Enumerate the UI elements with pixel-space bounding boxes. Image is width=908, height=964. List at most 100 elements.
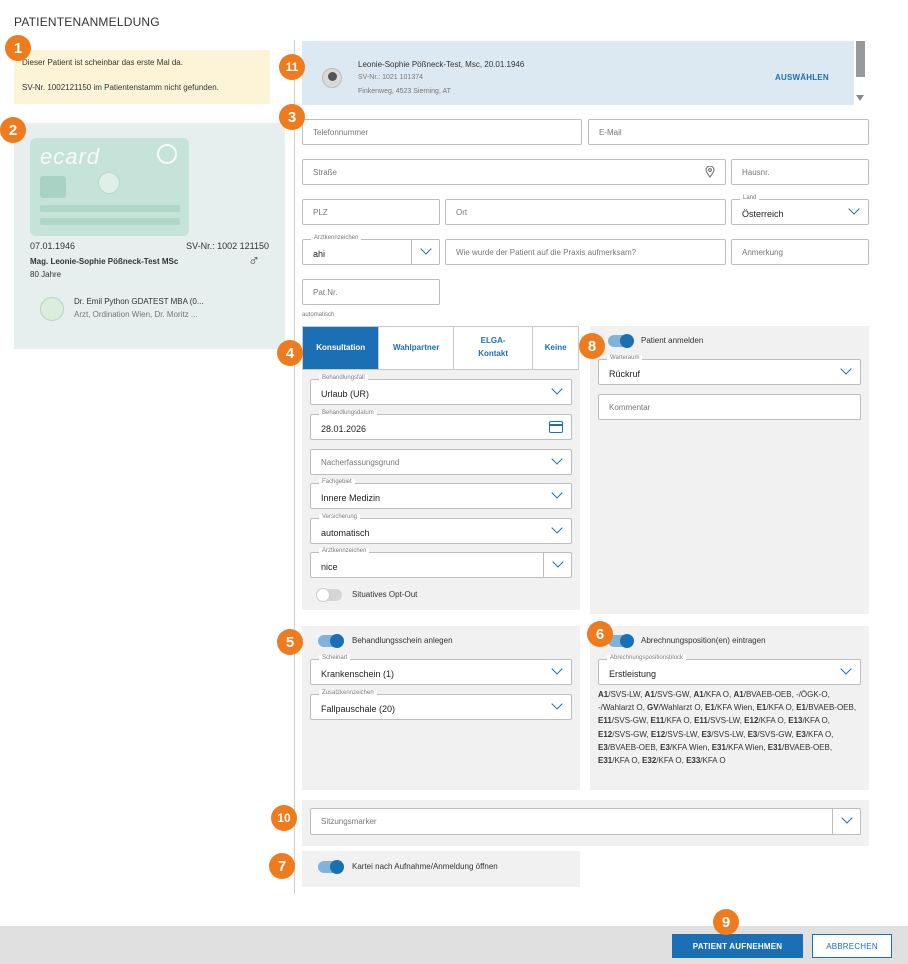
billing-code: E3 bbox=[660, 742, 670, 752]
billing-code: E1 bbox=[796, 703, 806, 713]
billing-label: Abrechnungsposition(en) eintragen bbox=[641, 636, 766, 645]
step-badge-9: 9 bbox=[713, 909, 739, 935]
billing-code: E3 bbox=[796, 729, 806, 739]
treatment-date-field[interactable]: Behandlungsdatum 28.01.2026 bbox=[310, 410, 572, 440]
certificate-type-select[interactable]: Scheinart Krankenschein (1) bbox=[310, 655, 572, 685]
chevron-down-icon bbox=[551, 663, 563, 675]
city-field[interactable]: Ort bbox=[445, 199, 726, 225]
billing-codes-list: A1/SVS-LW, A1/SVS-GW, A1/KFA O, A1/BVAEB… bbox=[598, 688, 862, 767]
select-patient-button[interactable]: AUSWÄHLEN bbox=[775, 73, 829, 82]
insurance-select[interactable]: Versicherung automatisch bbox=[310, 514, 572, 544]
billing-code-suffix: /SVS-LW, bbox=[707, 716, 745, 726]
house-number-field[interactable]: Hausnr. bbox=[731, 159, 869, 185]
register-toggle[interactable] bbox=[608, 334, 634, 348]
leaf-icon bbox=[157, 144, 177, 164]
billing-code-suffix: /KFA O, bbox=[758, 716, 789, 726]
specialty-select[interactable]: Fachgebiet Innere Medizin bbox=[310, 479, 572, 509]
patient-avatar bbox=[322, 68, 342, 88]
billing-code: E12 bbox=[744, 716, 759, 726]
billing-code: A1 bbox=[598, 690, 609, 699]
card-dob: 07.01.1946 bbox=[30, 241, 76, 251]
register-label: Patient anmelden bbox=[641, 336, 704, 345]
vertical-divider bbox=[294, 40, 295, 894]
billing-code-suffix: /KFA O, bbox=[612, 756, 643, 766]
billing-code-suffix: /KFA Wien, bbox=[669, 742, 712, 752]
billing-code: GV bbox=[647, 703, 659, 713]
step-badge-5: 5 bbox=[277, 629, 303, 655]
admit-patient-button[interactable]: PATIENT AUFNEHMEN bbox=[672, 934, 803, 958]
tab-wahlpartner[interactable]: Wahlpartner bbox=[379, 327, 454, 369]
billing-code: E32 bbox=[642, 756, 657, 766]
doctor-code-select[interactable]: Arztkennzeichen ahi bbox=[302, 235, 440, 265]
cancel-button[interactable]: ABBRECHEN bbox=[812, 934, 892, 958]
tab-elga-kontakt[interactable]: ELGA- Kontakt bbox=[454, 327, 534, 369]
zip-field[interactable]: PLZ bbox=[302, 199, 440, 225]
location-pin-icon bbox=[705, 166, 715, 178]
billing-code: E31 bbox=[767, 742, 782, 752]
chevron-down-icon bbox=[552, 556, 564, 568]
country-select[interactable]: Land Österreich bbox=[731, 195, 869, 225]
street-field[interactable]: Straße bbox=[302, 159, 726, 185]
case-select[interactable]: Behandlungsfall Urlaub (UR) bbox=[310, 375, 572, 405]
billing-code-suffix: /SVS-GW, bbox=[654, 690, 694, 699]
billing-code-suffix: /KFA O bbox=[700, 756, 726, 766]
phone-field[interactable]: Telefonnummer bbox=[302, 119, 582, 145]
chevron-down-icon bbox=[420, 243, 432, 255]
extra-code-select[interactable]: Zusatzkennzeichen Fallpauschale (20) bbox=[310, 690, 572, 720]
billing-code: E3 bbox=[701, 729, 712, 739]
optout-toggle[interactable] bbox=[316, 588, 342, 602]
treatment-toggle[interactable] bbox=[318, 634, 344, 648]
comment-field[interactable]: Kommentar bbox=[598, 394, 861, 420]
patient-suggestion[interactable]: Leonie-Sophie Pößneck-Test, Msc, 20.01.1… bbox=[302, 41, 854, 105]
calendar-icon[interactable] bbox=[549, 421, 563, 433]
step-badge-3: 3 bbox=[279, 104, 305, 130]
billing-code-suffix: /BVAEB-OEB, bbox=[607, 742, 661, 752]
chevron-down-icon bbox=[551, 522, 563, 534]
suggestion-scrollbar[interactable] bbox=[856, 41, 865, 77]
billing-code-suffix: /SVS-LW, bbox=[711, 729, 748, 739]
chevron-down-icon bbox=[840, 663, 852, 675]
step-badge-1: 1 bbox=[5, 35, 31, 61]
followup-reason-select[interactable]: Nacherfassungsgrund bbox=[310, 449, 572, 475]
doctor-subtitle: Arzt, Ordination Wien, Dr. Moritz ... bbox=[74, 310, 198, 319]
billing-code-suffix: /SVS-GW, bbox=[757, 729, 797, 739]
billing-code: E11 bbox=[694, 716, 708, 726]
remark-field[interactable]: Anmerkung bbox=[731, 239, 869, 265]
billing-code: A1 bbox=[693, 690, 704, 699]
billing-code: E3 bbox=[747, 729, 758, 739]
billing-code: E1 bbox=[705, 703, 715, 713]
suggestion-name: Leonie-Sophie Pößneck-Test, Msc, 20.01.1… bbox=[358, 60, 525, 69]
session-marker-select[interactable]: Sitzungsmarker bbox=[310, 808, 861, 835]
chevron-down-icon bbox=[840, 363, 852, 375]
ecard-panel: ecard 07.01.1946 SV-Nr.: 1002 121150 Mag… bbox=[14, 123, 285, 349]
patient-number-field[interactable]: Pat.Nr. bbox=[302, 279, 440, 305]
chevron-down-icon bbox=[551, 698, 563, 710]
billing-code-suffix: /SVS-GW, bbox=[612, 729, 651, 739]
ecard-image: ecard bbox=[30, 138, 189, 236]
tab-keine[interactable]: Keine bbox=[533, 327, 578, 369]
waiting-room-select[interactable]: Warteraum Rückruf bbox=[598, 355, 861, 385]
billing-code: E11 bbox=[598, 716, 612, 726]
billing-code-suffix: /BVAEB-OEB, bbox=[781, 742, 833, 752]
billing-code-suffix: /SVS-LW, bbox=[608, 690, 645, 699]
optout-label: Situatives Opt-Out bbox=[352, 590, 418, 599]
suggestion-address: Finkenweg, 4523 Sierning, AT bbox=[358, 88, 451, 95]
consult-doctor-code-select[interactable]: Arztkennzeichen nice bbox=[310, 548, 572, 578]
billing-block-select[interactable]: Abrechnungspositionsblock Erstleistung bbox=[598, 655, 861, 685]
billing-code-suffix: /KFA Wien, bbox=[725, 742, 768, 752]
suggestion-sv: SV-Nr.: 1021 101374 bbox=[358, 74, 423, 81]
step-badge-8: 8 bbox=[579, 333, 605, 359]
chip-icon bbox=[40, 176, 66, 198]
billing-code-suffix: /KFA O, bbox=[656, 756, 687, 766]
email-field[interactable]: E-Mail bbox=[588, 119, 869, 145]
referral-field[interactable]: Wie wurde der Patient auf die Praxis auf… bbox=[445, 239, 726, 265]
billing-code: E33 bbox=[686, 756, 701, 766]
billing-code: E3 bbox=[598, 742, 608, 752]
kartei-toggle[interactable] bbox=[318, 860, 344, 874]
tab-konsultation[interactable]: Konsultation bbox=[303, 327, 380, 369]
chevron-down-icon bbox=[848, 203, 860, 215]
card-sv-number: SV-Nr.: 1002 121150 bbox=[186, 241, 269, 251]
billing-code-suffix: /KFA O, bbox=[805, 729, 834, 739]
scroll-down-icon[interactable] bbox=[856, 95, 864, 101]
warning-line-2: SV-Nr. 1002121150 im Patientenstamm nich… bbox=[22, 82, 219, 92]
